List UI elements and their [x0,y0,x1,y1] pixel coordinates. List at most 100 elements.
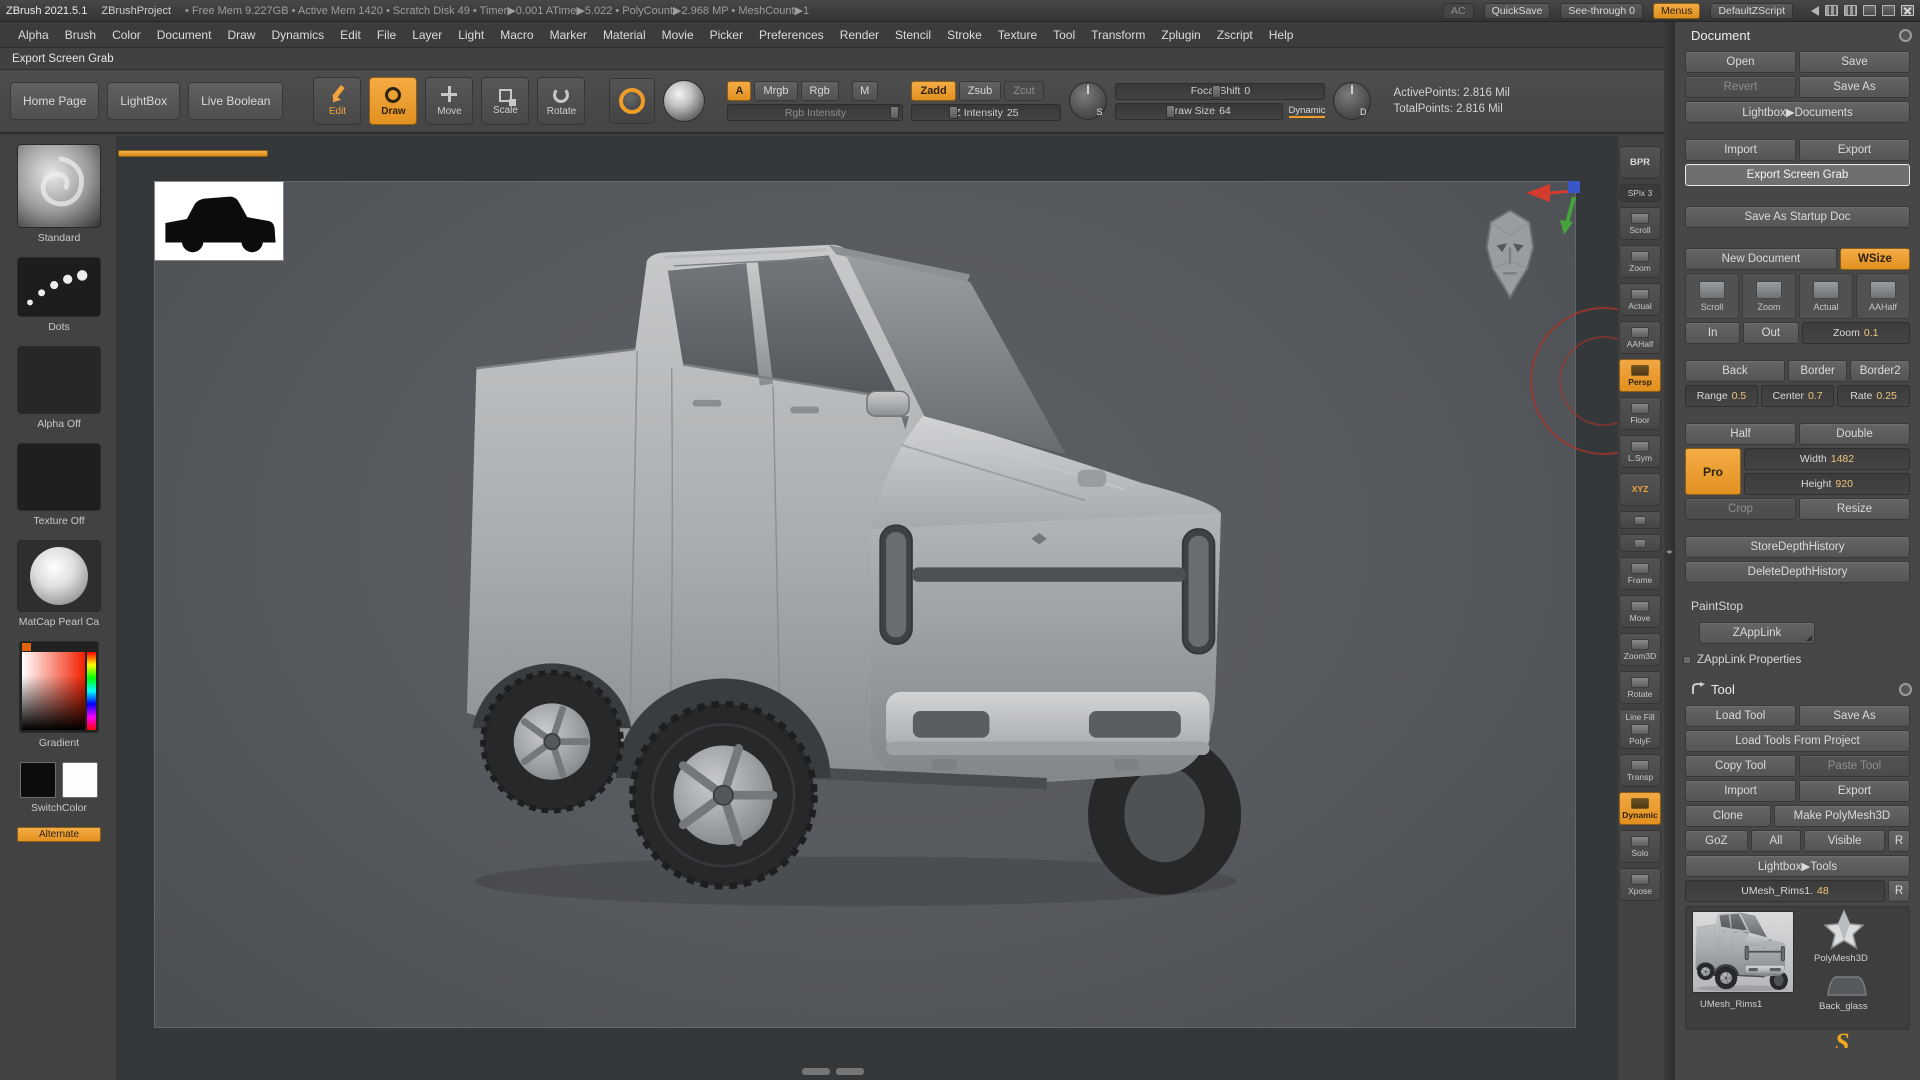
paintstop-item[interactable]: PaintStop [1675,596,1920,616]
brush-selector[interactable] [17,144,101,228]
minimize-icon[interactable] [1882,5,1895,16]
rotate-button[interactable]: Rotate [537,77,586,125]
default-zscript-button[interactable]: DefaultZScript [1710,2,1793,19]
secondary-color-swatch[interactable] [62,762,98,798]
zoom-in-button[interactable]: In [1685,322,1741,344]
half-button[interactable]: Half [1685,423,1796,445]
layout-grid-icon[interactable] [1825,5,1838,16]
menu-item[interactable]: Zplugin [1153,28,1208,42]
floor-grid-toggle[interactable]: Floor [1619,397,1661,430]
zoom-slider[interactable]: Zoom 0.1 [1801,322,1910,344]
depth-dial[interactable]: D [1333,82,1372,120]
resize-button[interactable]: Resize [1799,498,1910,520]
material-selector[interactable] [17,540,101,612]
panels-icon[interactable] [1844,5,1857,16]
save-tool-as-button[interactable]: Save As [1799,705,1910,727]
menu-item[interactable]: Document [149,28,220,42]
truck-model[interactable] [450,242,1280,912]
transparency-toggle[interactable]: Transp [1619,754,1661,787]
center-slider[interactable]: Center 0.7 [1761,385,1834,407]
save-as-button[interactable]: Save As [1799,76,1910,98]
palette-dock-icon[interactable] [1899,682,1912,696]
save-as-startup-doc-button[interactable]: Save As Startup Doc [1685,206,1910,228]
menu-item[interactable]: Layer [404,28,450,42]
current-color-swatch[interactable] [22,643,31,651]
menu-item[interactable]: Zscript [1209,28,1261,42]
edit-button[interactable]: Edit [313,77,362,125]
document-preview-thumbnail[interactable] [154,181,284,261]
menu-item[interactable]: Picker [702,28,751,42]
local-symmetry-toggle[interactable]: L.Sym [1619,435,1661,468]
menu-item[interactable]: Light [450,28,492,42]
new-document-button[interactable]: New Document [1685,248,1837,270]
zoom-doc-button[interactable]: Zoom [1619,245,1661,278]
see-through-slider[interactable]: See-through 0 [1560,2,1643,19]
doc-scroll-button[interactable]: Scroll [1685,273,1739,319]
menu-item[interactable]: Color [104,28,149,42]
export-tool-button[interactable]: Export [1799,780,1910,802]
menu-item[interactable]: Preferences [751,28,832,42]
zapplink-button[interactable]: ZAppLink [1699,622,1815,644]
range-slider[interactable]: Range 0.5 [1685,385,1758,407]
spix-slider[interactable]: SPix 3 [1619,184,1661,202]
polymesh3d-thumbnail[interactable] [1818,909,1870,953]
menu-item[interactable]: Stroke [939,28,990,42]
import-tool-button[interactable]: Import [1685,780,1796,802]
scroll-doc-button[interactable]: Scroll [1619,207,1661,240]
m-toggle[interactable]: M [851,81,878,101]
menu-item[interactable]: Draw [219,28,263,42]
border-button[interactable]: Border [1787,360,1848,382]
draw-button[interactable]: Draw [369,77,418,125]
quicksave-button[interactable]: QuickSave [1483,2,1551,19]
load-tool-button[interactable]: Load Tool [1685,705,1796,727]
collapse-left-icon[interactable] [1811,5,1819,16]
scale-button[interactable]: Scale [481,77,530,125]
open-button[interactable]: Open [1685,51,1796,73]
load-tools-from-project-button[interactable]: Load Tools From Project [1685,730,1910,752]
next-tool-thumbnail-partial[interactable]: S [1685,1032,1910,1048]
lightbox-grab-bar[interactable] [118,150,268,157]
document-canvas[interactable] [116,136,1618,1080]
tool-palette-header[interactable]: Tool [1675,676,1920,702]
slider-handle[interactable] [1212,84,1222,98]
canvas-scrollbar[interactable] [802,1068,864,1075]
wsize-toggle[interactable]: WSize [1839,248,1910,270]
move-camera-button[interactable]: Move [1619,595,1661,628]
revert-button[interactable]: Revert [1685,76,1796,98]
hue-strip[interactable] [87,652,96,730]
document-palette-header[interactable]: Document [1675,22,1920,48]
double-button[interactable]: Double [1799,423,1910,445]
draw-size-slider[interactable]: Draw Size 64 [1115,102,1283,120]
pro-toggle[interactable]: Pro [1685,448,1741,495]
menu-item[interactable]: Tool [1045,28,1083,42]
zapplink-properties-header[interactable]: ZAppLink Properties [1675,650,1920,670]
color-picker[interactable] [19,641,99,733]
palette-dock-icon[interactable] [1899,28,1912,42]
export-screen-grab-button[interactable]: Export Screen Grab [1685,164,1910,186]
xpose-button[interactable]: Xpose [1619,868,1661,901]
saturation-square[interactable] [22,652,85,730]
mrgb-toggle[interactable]: Mrgb [754,81,798,101]
menu-item[interactable]: Texture [990,28,1045,42]
width-slider[interactable]: Width 1482 [1744,448,1910,470]
menu-item[interactable]: Edit [332,28,369,42]
lightbox-tools-button[interactable]: Lightbox▶Tools [1685,855,1910,877]
perspective-toggle[interactable]: Persp [1619,359,1661,392]
zsub-toggle[interactable]: Zsub [958,81,1002,101]
ac-toggle[interactable]: AC [1443,2,1474,19]
rotate-camera-button[interactable]: Rotate [1619,671,1661,704]
active-tool-thumbnail[interactable] [1692,911,1794,993]
tool-r-button[interactable]: R [1888,880,1910,902]
z-intensity-slider[interactable]: Z Intensity 25 [911,104,1062,121]
back-glass-thumbnail[interactable] [1824,971,1868,999]
zoom3d-button[interactable]: Zoom3D [1619,633,1661,666]
solo-toggle[interactable]: Solo [1619,830,1661,863]
goz-visible-button[interactable]: Visible [1804,830,1885,852]
alternate-button[interactable]: Alternate [17,827,101,842]
floor-axis-toggle[interactable]: XYZ [1619,473,1661,506]
rate-slider[interactable]: Rate 0.25 [1837,385,1910,407]
refresh-button[interactable] [1619,511,1661,529]
menu-item[interactable]: Brush [57,28,104,42]
home-page-button[interactable]: Home Page [10,82,100,120]
material-sphere-widget[interactable] [663,80,706,122]
